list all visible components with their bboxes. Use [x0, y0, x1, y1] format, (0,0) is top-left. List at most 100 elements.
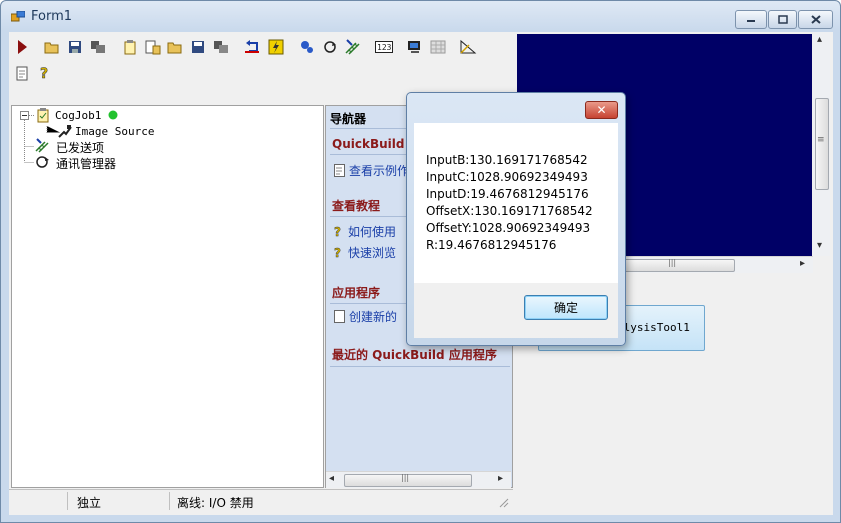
minimize-button[interactable] [735, 10, 767, 29]
dialog-footer: 确定 [414, 283, 618, 338]
tree-sent-items[interactable]: 已发送项 [56, 139, 104, 156]
save-job-button[interactable] [189, 38, 207, 56]
svg-text:?: ? [334, 225, 341, 238]
nav-section-recent: 最近的 QuickBuild 应用程序 [332, 348, 497, 362]
display-button[interactable] [406, 38, 424, 56]
app-icon [11, 11, 25, 22]
job-properties-button[interactable] [121, 38, 139, 56]
maximize-button[interactable] [768, 10, 797, 29]
dialog-line: R:19.4676812945176 [426, 238, 557, 252]
open-button[interactable] [43, 38, 61, 56]
dialog-close-button[interactable]: ✕ [585, 101, 618, 119]
lightning-icon [268, 39, 284, 55]
save-button[interactable] [66, 38, 84, 56]
open-job-button[interactable] [166, 38, 184, 56]
image-source-icon [58, 125, 72, 138]
scroll-thumb[interactable]: ||| [621, 258, 735, 272]
reset-arrow-icon [245, 40, 259, 53]
status-divider [169, 492, 170, 510]
document-icon [334, 164, 345, 177]
run-button[interactable] [13, 38, 31, 56]
tree-comm-manager[interactable]: 通讯管理器 [56, 155, 116, 172]
numbers-icon: 123 [375, 41, 393, 53]
report-button[interactable] [13, 64, 31, 82]
nav-link-label: 创建新的 [349, 310, 398, 324]
status-mode: 独立 [77, 496, 102, 510]
nav-link-create-new[interactable]: 创建新的 [334, 308, 397, 325]
help-question-icon: ? [334, 246, 341, 259]
dialog-body: InputB:130.169171768542 InputC:1028.9069… [414, 123, 618, 283]
scroll-right-icon[interactable]: ▸ [800, 258, 805, 269]
ladder-icon [345, 39, 360, 55]
close-button[interactable] [798, 10, 833, 29]
save-all-button[interactable] [89, 38, 107, 56]
resize-grip-icon[interactable] [499, 498, 509, 508]
nav-section-applications: 应用程序 [332, 286, 381, 300]
clipboard-icon [124, 39, 136, 54]
save-all-icon [91, 41, 105, 53]
close-icon: ✕ [596, 103, 607, 117]
job-icon [37, 108, 49, 123]
folder-job-icon [167, 42, 182, 54]
toolbar: 123 ? [9, 32, 511, 90]
new-job-icon [145, 40, 161, 54]
tree-image-source[interactable]: Image Source [75, 125, 154, 138]
maximize-icon [777, 15, 788, 24]
display-icon [408, 41, 420, 53]
scroll-thumb[interactable]: ≡ [815, 98, 829, 190]
play-icon [18, 40, 27, 54]
save-icon [69, 41, 81, 53]
grid-icon [430, 40, 446, 54]
calibrate-button[interactable] [459, 38, 477, 56]
navigator-hscrollbar[interactable]: ◂ ||| ▸ [326, 471, 511, 488]
gears-icon [301, 41, 313, 53]
help-button[interactable]: ? [36, 64, 54, 82]
grip-icon: ||| [668, 258, 677, 267]
comm-manager-icon [36, 156, 49, 168]
status-bar: 独立 离线: I/O 禁用 [9, 489, 513, 512]
nav-link-view-examples[interactable]: 查看示例作 [334, 162, 409, 179]
scroll-right-icon[interactable]: ▸ [498, 473, 503, 484]
tool-label: alysisTool1 [617, 321, 690, 334]
message-dialog: ✕ InputB:130.169171768542 InputC:1028.90… [406, 92, 626, 346]
title-bar: Form1 [1, 1, 840, 31]
help-question-icon: ? [40, 66, 49, 81]
display-vscrollbar[interactable]: ▴ ≡ ▾ [813, 32, 830, 256]
folder-open-icon [44, 42, 59, 54]
new-file-icon [334, 310, 345, 323]
navigator-title: 导航器 [330, 112, 367, 126]
nav-link-label: 如何使用 [348, 225, 397, 239]
loop-run-button[interactable] [321, 38, 339, 56]
ok-button[interactable]: 确定 [524, 295, 608, 320]
dialog-line: InputC:1028.90692349493 [426, 170, 588, 184]
settings-button[interactable] [298, 38, 316, 56]
calibrate-icon [460, 39, 477, 54]
minimize-icon [747, 19, 755, 22]
scroll-down-icon[interactable]: ▾ [817, 240, 822, 251]
numeric-button[interactable]: 123 [375, 38, 393, 56]
dialog-line: InputB:130.169171768542 [426, 153, 588, 167]
scroll-up-icon[interactable]: ▴ [817, 34, 822, 45]
status-divider [67, 492, 68, 510]
svg-text:?: ? [40, 66, 48, 81]
dialog-line: InputD:19.4676812945176 [426, 187, 589, 201]
nav-link-quick-tour[interactable]: ? 快速浏览 [334, 244, 396, 261]
grid-button[interactable] [429, 38, 447, 56]
svg-text:123: 123 [377, 43, 392, 52]
close-icon [810, 15, 821, 24]
scroll-thumb[interactable]: ||| [344, 473, 472, 487]
scroll-left-icon[interactable]: ◂ [329, 473, 334, 484]
window-title: Form1 [31, 9, 73, 24]
help-job-button[interactable] [267, 38, 285, 56]
nav-link-how-to-use[interactable]: ? 如何使用 [334, 223, 396, 240]
posted-items-button[interactable] [343, 38, 361, 56]
nav-link-label: 查看示例作 [349, 164, 410, 178]
loop-icon [324, 41, 336, 53]
posted-items-icon [35, 138, 49, 153]
tree-job[interactable]: CogJob1 [55, 109, 101, 122]
reset-button[interactable] [244, 38, 262, 56]
help-question-icon: ? [334, 225, 341, 238]
status-dot-icon [108, 110, 118, 120]
save-job-as-button[interactable] [212, 38, 230, 56]
new-job-button[interactable] [144, 38, 162, 56]
